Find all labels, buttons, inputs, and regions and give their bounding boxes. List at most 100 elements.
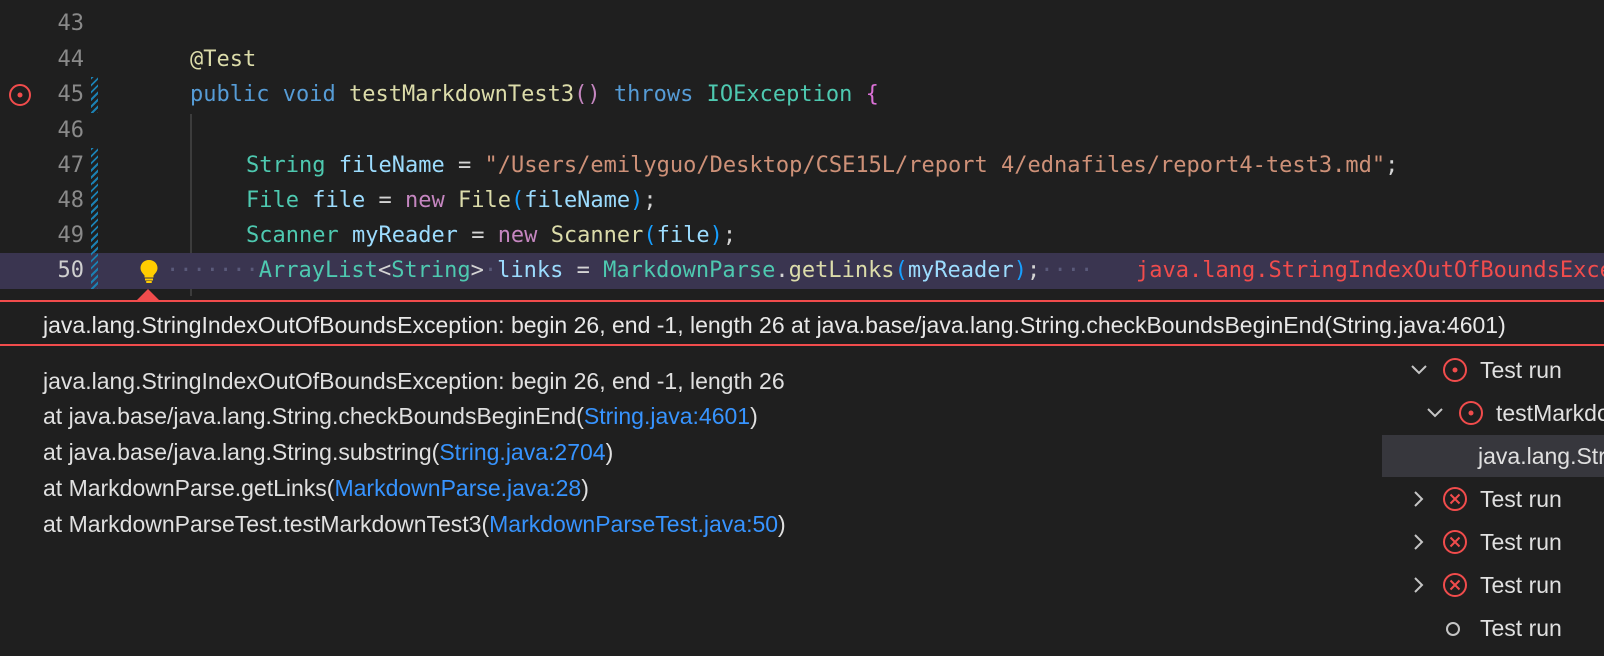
variable-token: myReader (351, 223, 458, 248)
stack-frame: at MarkdownParseTest.testMarkdownTest3(M… (43, 511, 786, 538)
tree-item-test-run[interactable]: Test run (1382, 521, 1604, 563)
error-peek-header[interactable]: java.lang.StringIndexOutOfBoundsExceptio… (0, 300, 1604, 346)
code-line-46[interactable]: 46 (0, 113, 1604, 149)
code-line-47[interactable]: 47 String fileName = "/Users/emilyguo/De… (0, 148, 1604, 184)
code-line-44[interactable]: 44 @Test (0, 42, 1604, 78)
keyword-token: new (404, 188, 445, 213)
test-error-icon (1442, 572, 1468, 598)
code-text: @Test (190, 47, 256, 73)
tree-item-label: testMarkdownTest3 (1496, 400, 1604, 426)
tree-item-label: Test run (1480, 357, 1562, 383)
stack-frame-text: ) (605, 439, 614, 465)
type-token: Scanner (246, 223, 339, 248)
modified-line-indicator (91, 148, 98, 184)
stack-frame-link[interactable]: MarkdownParseTest.java:50 (489, 511, 778, 537)
chevron-right-icon[interactable] (1410, 533, 1428, 551)
tree-item-test-run[interactable]: Test run (1382, 478, 1604, 520)
code-line-43[interactable]: 43 (0, 6, 1604, 42)
code-text: ·······ArrayList<String>·links = Markdow… (166, 258, 1094, 283)
chevron-right-icon[interactable] (1410, 576, 1428, 594)
constructor-token: File (457, 188, 511, 213)
generic-type-token: String (391, 258, 471, 283)
stack-frame-text: at java.base/java.lang.String.checkBound… (43, 403, 584, 429)
line-number: 48 (57, 188, 85, 213)
keyword-token: new (497, 223, 538, 248)
type-token: File (246, 188, 299, 213)
code-text: public void testMarkdownTest3() throws I… (190, 82, 879, 107)
test-failed-icon (1442, 357, 1468, 383)
line-number: 43 (57, 11, 85, 36)
stack-frame: at java.base/java.lang.String.substring(… (43, 439, 613, 466)
code-line-48[interactable]: 48 File file = new File(fileName); (0, 183, 1604, 219)
variable-token: links (497, 258, 564, 283)
tree-item-label: Test run (1480, 486, 1562, 512)
error-peek-message: java.lang.StringIndexOutOfBoundsExceptio… (43, 312, 1506, 338)
code-text: String fileName = "/Users/emilyguo/Deskt… (246, 153, 1399, 178)
stack-frame-text: ) (778, 511, 786, 537)
keyword-token: public (190, 82, 270, 107)
code-text: File file = new File(fileName); (246, 188, 657, 213)
tree-item-test-run[interactable]: Test run (1382, 564, 1604, 606)
type-token: ArrayList (258, 258, 378, 283)
tree-item-test-run[interactable]: Test run (1382, 607, 1604, 649)
class-token: MarkdownParse (603, 258, 776, 283)
modified-line-indicator (91, 218, 98, 254)
line-number: 46 (57, 118, 85, 143)
chevron-down-icon[interactable] (1410, 361, 1428, 379)
keyword-token: void (282, 82, 336, 107)
tree-item-label: Test run (1480, 572, 1562, 598)
stack-frame-text: at MarkdownParseTest.testMarkdownTest3( (43, 511, 490, 537)
chevron-down-icon[interactable] (1426, 404, 1444, 422)
variable-token: fileName (338, 153, 445, 178)
stack-frame-text: at MarkdownParse.getLinks( (43, 475, 335, 501)
keyword-token: throws (613, 82, 694, 107)
modified-line-indicator (91, 77, 98, 113)
line-number: 45 (57, 82, 85, 107)
stack-frame-link[interactable]: String.java:4601 (584, 403, 750, 429)
tree-item-exception[interactable]: java.lang.StringIndexOutOfBoundsExceptio… (1382, 435, 1604, 477)
code-text: Scanner myReader = new Scanner(file); (246, 223, 737, 248)
variable-token: file (312, 188, 366, 213)
test-failed-icon (1458, 400, 1484, 426)
type-token: IOException (706, 82, 853, 107)
test-error-icon (1442, 529, 1468, 555)
argument-token: myReader (907, 258, 1014, 283)
method-name-token: getLinks (788, 258, 895, 283)
stack-frame-text: ) (750, 403, 758, 429)
annotation-token: @Test (190, 47, 257, 72)
method-name-token: testMarkdownTest3 (348, 82, 575, 107)
argument-token: fileName (524, 188, 631, 213)
tree-item-test-method[interactable]: testMarkdownTest3 (1382, 392, 1604, 434)
test-results-tree[interactable]: Test run testMarkdownTest3 java.lang.Str… (1382, 346, 1604, 656)
stack-frame-text: at java.base/java.lang.String.substring( (43, 439, 440, 465)
code-line-50-error[interactable]: 50 ·······ArrayList<String>·links = Mark… (0, 253, 1604, 289)
line-number: 44 (57, 47, 85, 72)
argument-token: file (656, 223, 710, 248)
exception-message: java.lang.StringIndexOutOfBoundsExceptio… (43, 368, 785, 394)
test-failed-icon[interactable] (8, 83, 32, 107)
code-line-45[interactable]: 45 public void testMarkdownTest3() throw… (0, 77, 1604, 113)
tree-item-label: java.lang.StringIndexOutOfBoundsExceptio… (1478, 443, 1604, 469)
tree-item-label: Test run (1480, 529, 1562, 555)
line-number: 50 (57, 258, 85, 283)
stack-frame: at java.base/java.lang.String.checkBound… (43, 403, 758, 430)
test-error-icon (1442, 486, 1468, 512)
code-editor[interactable]: 43 44 @Test 45 public void testMarkdownT… (0, 0, 1604, 296)
peek-arrow-indicator (137, 289, 159, 300)
modified-line-indicator (91, 253, 98, 289)
constructor-token: Scanner (550, 223, 644, 248)
type-token: String (246, 153, 326, 178)
tree-item-test-run[interactable]: Test run (1382, 349, 1604, 391)
tree-item-label: Test run (1480, 615, 1562, 641)
stack-trace-panel[interactable]: java.lang.StringIndexOutOfBoundsExceptio… (0, 346, 1382, 656)
lightbulb-icon[interactable] (136, 258, 162, 284)
inline-error-message: java.lang.StringIndexOutOfBoundsExceptio… (1136, 258, 1604, 283)
line-number: 49 (57, 223, 85, 248)
chevron-right-icon[interactable] (1410, 490, 1428, 508)
stack-frame-link[interactable]: String.java:2704 (439, 439, 605, 465)
stack-frame-link[interactable]: MarkdownParse.java:28 (334, 475, 581, 501)
stack-frame: at MarkdownParse.getLinks(MarkdownParse.… (43, 475, 589, 502)
code-line-49[interactable]: 49 Scanner myReader = new Scanner(file); (0, 218, 1604, 254)
string-token: "/Users/emilyguo/Desktop/CSE15L/report 4… (484, 153, 1386, 178)
modified-line-indicator (91, 183, 98, 219)
